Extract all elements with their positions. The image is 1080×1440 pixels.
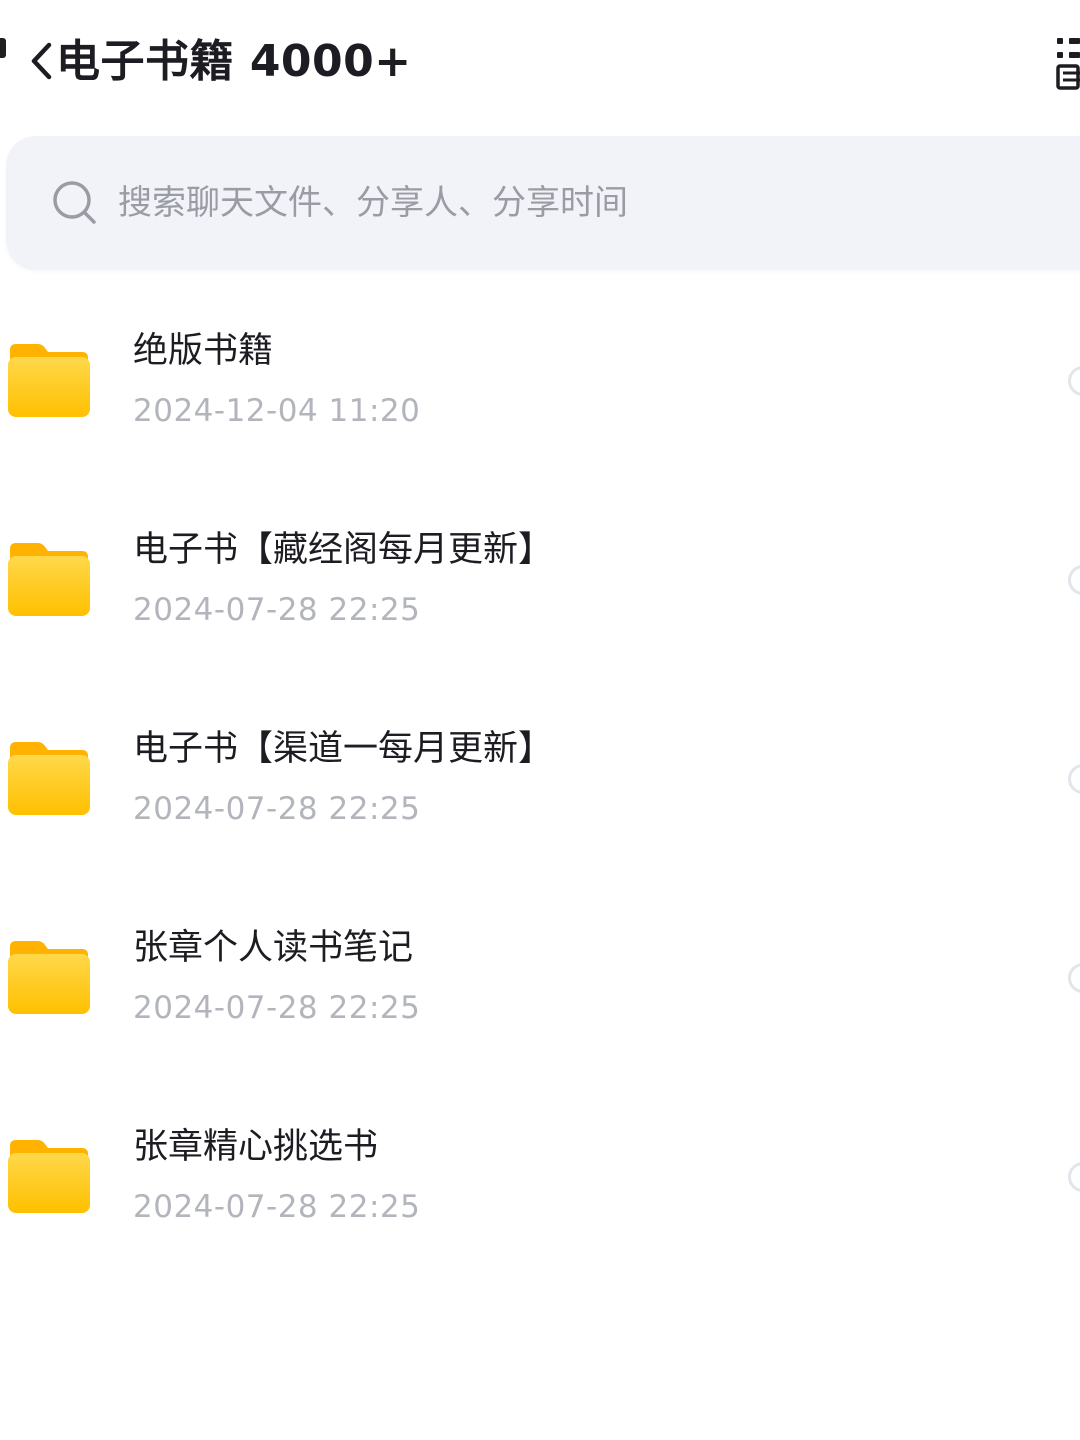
page-title: 电子书籍 4000+ [56,36,412,87]
file-row[interactable]: 张章精心挑选书 2024-07-28 22:25 [0,1096,1080,1295]
file-time: 2024-07-28 22:25 [133,791,421,827]
file-time: 2024-07-28 22:25 [133,990,421,1026]
folder-icon [8,941,90,1014]
file-time: 2024-07-28 22:25 [133,1189,421,1225]
file-name: 张章精心挑选书 [133,1127,379,1167]
file-name: 绝版书籍 [133,331,274,371]
select-circle[interactable] [1068,366,1080,396]
select-circle[interactable] [1068,963,1080,993]
view-toggle-button[interactable] [1052,34,1080,92]
back-button[interactable] [26,36,56,86]
top-bar: 电子书籍 4000+ [0,0,1080,125]
file-name: 电子书【藏经阁每月更新】 [133,530,554,570]
search-input[interactable]: 搜索聊天文件、分享人、分享时间 [118,176,628,230]
file-row[interactable]: 电子书【渠道一每月更新】 2024-07-28 22:25 [0,698,1080,897]
file-row[interactable]: 张章个人读书笔记 2024-07-28 22:25 [0,897,1080,1096]
select-circle[interactable] [1068,1162,1080,1192]
file-name: 电子书【渠道一每月更新】 [133,729,554,769]
folder-icon [8,344,90,417]
folder-icon [8,543,90,616]
file-list: 绝版书籍 2024-12-04 11:20 电子书【藏经阁每月更新】 2024-… [0,300,1080,1295]
edge-indicator [0,38,6,58]
folder-icon [8,742,90,815]
file-time: 2024-07-28 22:25 [133,592,421,628]
select-circle[interactable] [1068,764,1080,794]
search-bar[interactable]: 搜索聊天文件、分享人、分享时间 [6,136,1080,270]
file-row[interactable]: 电子书【藏经阁每月更新】 2024-07-28 22:25 [0,499,1080,698]
folder-icon [8,1140,90,1213]
grid-list-icon [1056,38,1080,90]
file-time: 2024-12-04 11:20 [133,393,421,429]
file-row[interactable]: 绝版书籍 2024-12-04 11:20 [0,300,1080,499]
chevron-left-icon [31,42,52,80]
file-browser-screen: 电子书籍 4000+ 搜索聊天文件、分享人、分享时间 绝版书籍 2024-12-… [0,0,1080,1440]
select-circle[interactable] [1068,565,1080,595]
file-name: 张章个人读书笔记 [133,928,414,968]
search-icon [53,181,96,224]
